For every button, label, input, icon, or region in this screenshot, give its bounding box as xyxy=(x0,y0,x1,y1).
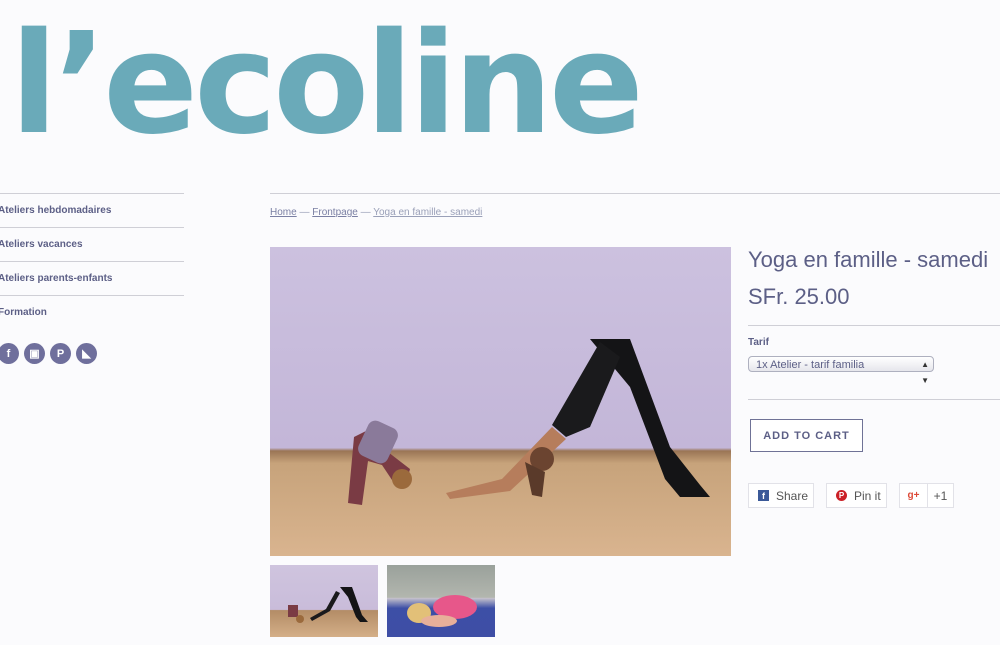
pinterest-icon[interactable]: P xyxy=(50,343,71,364)
sidebar-item-ateliers-parents-enfants[interactable]: Ateliers parents-enfants xyxy=(0,261,184,295)
breadcrumb-separator: — xyxy=(296,207,313,218)
sidebar-item-formation[interactable]: Formation xyxy=(0,295,184,329)
social-links: f ▣ P ◣ xyxy=(0,343,184,364)
product-main-image[interactable] xyxy=(270,247,731,556)
instagram-icon[interactable]: ▣ xyxy=(24,343,45,364)
breadcrumb: Home — Frontpage — Yoga en famille - sam… xyxy=(270,207,482,218)
divider xyxy=(748,399,1000,400)
breadcrumb-frontpage[interactable]: Frontpage xyxy=(312,207,358,218)
product-title: Yoga en famille - samedi xyxy=(748,247,989,272)
pinterest-pin-label: Pin it xyxy=(854,488,881,503)
divider xyxy=(748,325,1000,326)
yoga-photo-illustration xyxy=(348,339,710,505)
thumbnail-1-illustration xyxy=(288,587,368,623)
google-plus-count: +1 xyxy=(933,488,948,503)
breadcrumb-home[interactable]: Home xyxy=(270,207,297,218)
header-divider xyxy=(270,193,1000,194)
facebook-share-label: Share xyxy=(776,488,809,503)
breadcrumb-separator: — xyxy=(357,207,374,218)
facebook-icon[interactable]: f xyxy=(0,343,19,364)
tarif-label: Tarif xyxy=(748,337,769,348)
sidebar-item-ateliers-hebdomadaires[interactable]: Ateliers hebdomadaires xyxy=(0,193,184,227)
product-thumbnail-2[interactable] xyxy=(387,565,495,637)
sidebar-nav: Ateliers hebdomadaires Ateliers vacances… xyxy=(0,193,184,364)
google-plus-button[interactable]: g+ +1 xyxy=(899,483,954,508)
site-logo[interactable]: l’ecoline xyxy=(10,10,644,160)
facebook-icon: f xyxy=(758,490,769,501)
pinterest-icon: P xyxy=(836,490,847,501)
rss-icon[interactable]: ◣ xyxy=(76,343,97,364)
breadcrumb-current[interactable]: Yoga en famille - samedi xyxy=(373,207,482,218)
tarif-selected-value: 1x Atelier - tarif familia xyxy=(756,359,865,371)
facebook-share-button[interactable]: f Share xyxy=(748,483,814,508)
product-thumbnail-1[interactable] xyxy=(270,565,378,637)
add-to-cart-button[interactable]: ADD TO CART xyxy=(750,419,863,452)
tarif-select[interactable]: 1x Atelier - tarif familia ▲ ▼ xyxy=(748,356,934,385)
thumbnail-2-illustration xyxy=(407,595,477,627)
google-plus-icon: g+ xyxy=(900,484,928,507)
pinterest-pin-button[interactable]: P Pin it xyxy=(826,483,887,508)
product-price: SFr. 25.00 xyxy=(748,284,850,309)
sidebar-item-ateliers-vacances[interactable]: Ateliers vacances xyxy=(0,227,184,261)
select-arrows-icon: ▲ ▼ xyxy=(921,360,929,385)
